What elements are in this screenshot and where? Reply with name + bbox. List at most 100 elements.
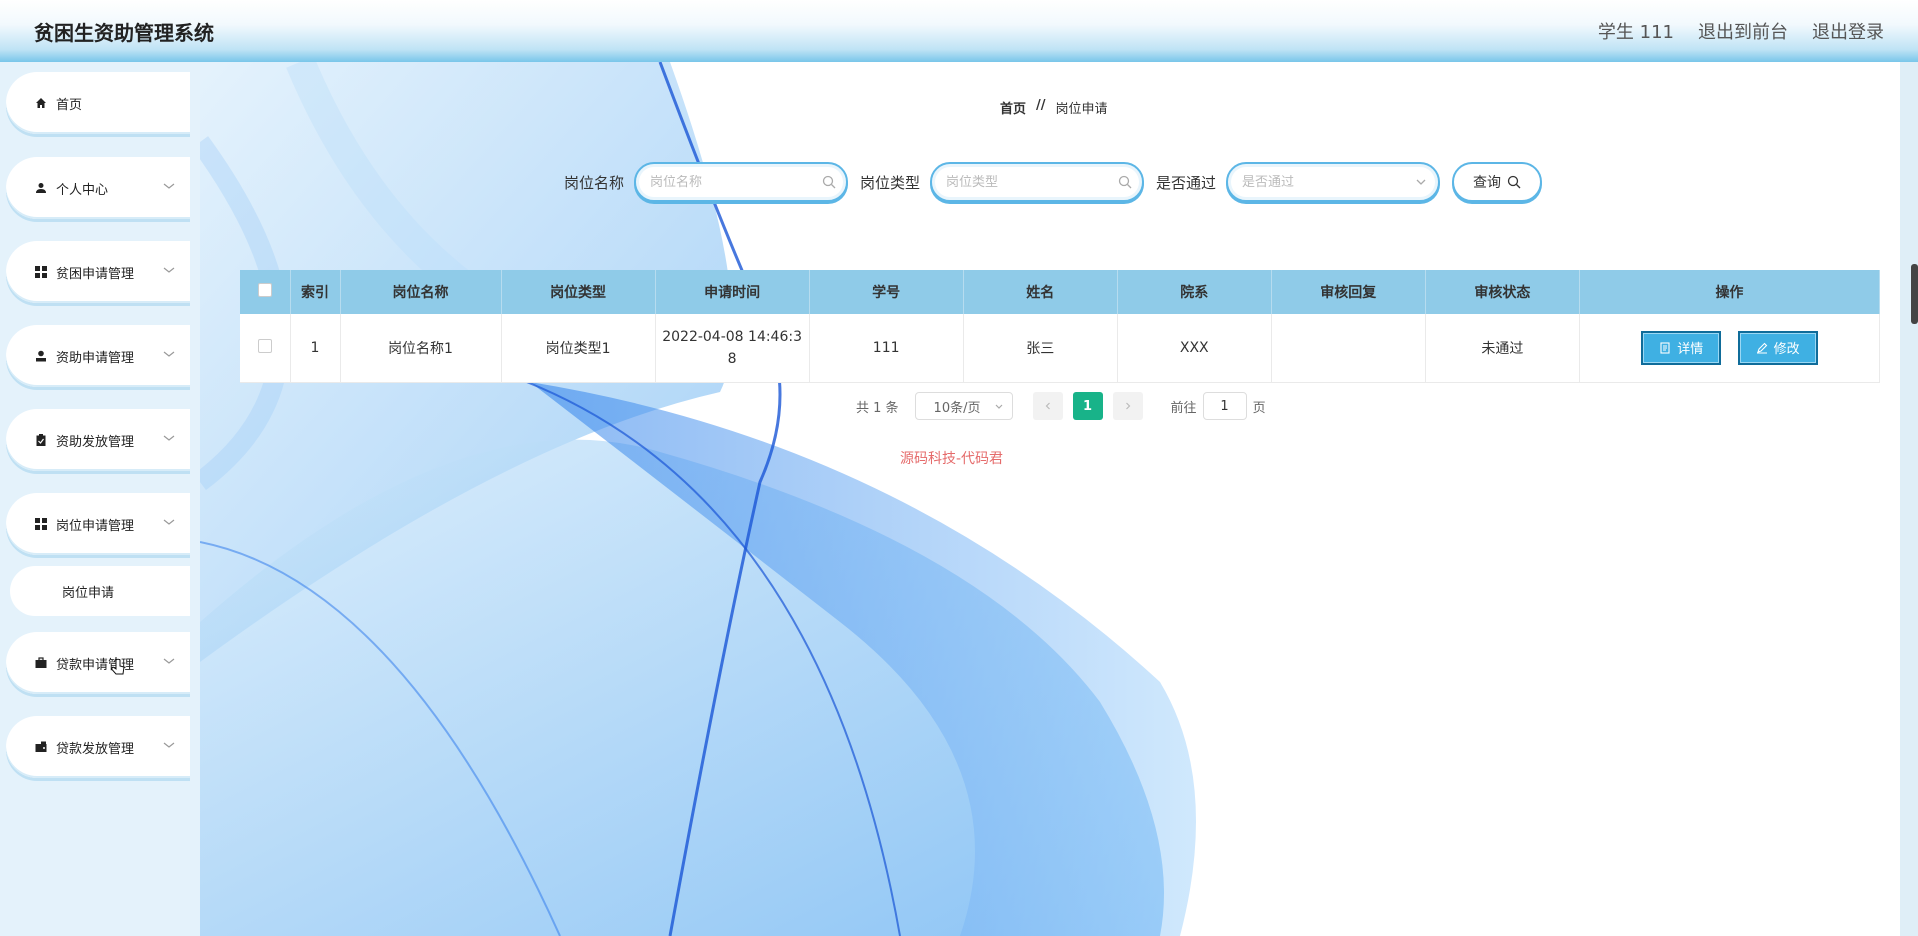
chevron-down-icon xyxy=(163,183,175,189)
sidebar-item-post-apply[interactable]: 岗位申请管理 xyxy=(6,493,190,555)
page-suffix: 页 xyxy=(1252,400,1266,416)
scrollbar-thumb[interactable] xyxy=(1911,264,1918,324)
column-header: 操作 xyxy=(1579,270,1881,314)
query-button-label: 查询 xyxy=(1473,175,1502,191)
chevron-down-icon xyxy=(163,351,175,357)
document-icon xyxy=(1660,342,1670,354)
column-header[interactable]: 姓名 xyxy=(963,270,1118,314)
column-header[interactable]: 院系 xyxy=(1117,270,1272,314)
column-header[interactable]: 索引 xyxy=(290,270,341,314)
cell-student-no: 111 xyxy=(809,314,964,383)
page-size-select[interactable]: 10条/页 xyxy=(914,392,1013,420)
passed-label: 是否通过 xyxy=(1156,173,1217,192)
sidebar-item-label: 资助发放管理 xyxy=(56,434,135,450)
mouse-cursor-icon xyxy=(110,657,125,675)
sidebar-item-loan-apply[interactable]: 贷款申请管理 xyxy=(6,632,190,694)
top-header: 贫困生资助管理系统 学生 111 退出到前台 退出登录 xyxy=(0,0,1918,62)
cell-status: 未通过 xyxy=(1425,314,1580,383)
sidebar-item-label: 岗位申请管理 xyxy=(56,518,135,534)
chevron-right-icon xyxy=(1125,402,1130,410)
sidebar-item-label: 个人中心 xyxy=(56,182,109,198)
table-header-row: 索引 岗位名称 岗位类型 申请时间 学号 姓名 院系 审核回复 审核状态 操作 xyxy=(240,270,1881,314)
cell-actions: 详情 修改 xyxy=(1579,314,1881,383)
user-alt-icon xyxy=(34,349,48,363)
column-header[interactable]: 学号 xyxy=(809,270,964,314)
query-button[interactable]: 查询 xyxy=(1452,162,1543,202)
post-type-input[interactable] xyxy=(946,174,1107,190)
breadcrumb: 首页 // 岗位申请 xyxy=(1000,98,1108,117)
select-all-checkbox[interactable] xyxy=(257,283,272,297)
sidebar-item-label: 资助申请管理 xyxy=(56,350,135,366)
page-size-value: 10条/页 xyxy=(933,400,981,416)
sidebar-item-aid-release[interactable]: 资助发放管理 xyxy=(6,409,190,471)
sidebar-item-label: 首页 xyxy=(56,97,83,113)
edit-button-label: 修改 xyxy=(1773,342,1800,358)
wallet-icon xyxy=(34,740,48,754)
sidebar: 首页 个人中心 贫困申请管理 资助申请管理 资助发放管理 岗位申请管理 岗位申请… xyxy=(0,62,200,936)
chevron-down-icon xyxy=(163,742,175,748)
edit-button[interactable]: 修改 xyxy=(1737,330,1818,365)
post-name-label: 岗位名称 xyxy=(564,173,625,192)
sidebar-item-label: 贫困申请管理 xyxy=(56,266,135,282)
watermark-text: 源码科技-代码君 xyxy=(900,451,1004,467)
column-header[interactable]: 岗位类型 xyxy=(501,270,656,314)
cell-index: 1 xyxy=(290,314,341,383)
post-name-field[interactable] xyxy=(634,162,849,202)
total-count: 共 1 条 xyxy=(856,400,899,416)
sidebar-item-personal[interactable]: 个人中心 xyxy=(6,157,190,219)
sidebar-item-label: 贷款发放管理 xyxy=(56,741,135,757)
front-link[interactable]: 退出到前台 xyxy=(1698,18,1788,44)
detail-button[interactable]: 详情 xyxy=(1641,330,1722,365)
breadcrumb-current: 岗位申请 xyxy=(1055,102,1108,117)
goto-label: 前往 xyxy=(1170,400,1197,416)
cell-student-name: 张三 xyxy=(963,314,1118,383)
search-icon xyxy=(1507,175,1521,189)
cell-dept: XXX xyxy=(1117,314,1272,383)
chevron-down-icon xyxy=(163,435,175,441)
user-icon xyxy=(34,181,48,195)
search-icon xyxy=(822,175,836,189)
page-number-button[interactable]: 1 xyxy=(1072,392,1103,420)
breadcrumb-separator: // xyxy=(1036,98,1046,113)
row-select-cell[interactable] xyxy=(240,314,291,383)
chevron-down-icon xyxy=(163,658,175,664)
sidebar-subitem-post-apply[interactable]: 岗位申请 xyxy=(10,566,190,616)
pagination: 共 1 条 10条/页 1 前往 1 页 xyxy=(856,392,1266,420)
post-name-input[interactable] xyxy=(650,174,811,190)
user-label: 学生 111 xyxy=(1597,22,1674,43)
next-page-button[interactable] xyxy=(1112,392,1143,420)
column-header[interactable]: 申请时间 xyxy=(655,270,810,314)
detail-button-label: 详情 xyxy=(1677,342,1704,358)
header-actions: 学生 111 退出到前台 退出登录 xyxy=(1598,18,1884,44)
app-title: 贫困生资助管理系统 xyxy=(34,20,214,45)
passed-select-input[interactable] xyxy=(1242,174,1403,190)
sidebar-item-home[interactable]: 首页 xyxy=(6,72,190,134)
cell-apply-time: 2022-04-08 14:46:3 8 xyxy=(655,314,810,383)
cell-post-name: 岗位名称1 xyxy=(340,314,502,383)
column-header[interactable]: 审核状态 xyxy=(1425,270,1580,314)
grid-icon xyxy=(34,517,48,531)
chevron-down-icon xyxy=(163,267,175,273)
chevron-down-icon xyxy=(995,404,1002,409)
goto-page-input[interactable]: 1 xyxy=(1202,392,1247,420)
column-header[interactable]: 岗位名称 xyxy=(340,270,502,314)
scrollbar-track[interactable] xyxy=(1900,62,1918,936)
prev-page-button[interactable] xyxy=(1032,392,1063,420)
column-header[interactable]: 审核回复 xyxy=(1271,270,1426,314)
sidebar-item-poverty-apply[interactable]: 贫困申请管理 xyxy=(6,241,190,303)
sidebar-item-loan-release[interactable]: 贷款发放管理 xyxy=(6,716,190,778)
post-type-field[interactable] xyxy=(930,162,1145,202)
logout-link[interactable]: 退出登录 xyxy=(1812,18,1884,44)
sidebar-item-aid-apply[interactable]: 资助申请管理 xyxy=(6,325,190,387)
chevron-down-icon xyxy=(163,519,175,525)
select-all-header[interactable] xyxy=(240,270,291,314)
briefcase-icon xyxy=(34,656,48,670)
table-row: 1 岗位名称1 岗位类型1 2022-04-08 14:46:3 8 111 张… xyxy=(240,314,1881,383)
search-icon xyxy=(1118,175,1132,189)
row-checkbox[interactable] xyxy=(257,338,272,353)
breadcrumb-home[interactable]: 首页 xyxy=(1000,98,1026,117)
passed-select[interactable] xyxy=(1226,162,1441,202)
clipboard-icon xyxy=(34,433,48,447)
search-bar: 岗位名称 岗位类型 是否通过 查询 xyxy=(564,162,1543,202)
edit-icon xyxy=(1756,342,1767,354)
